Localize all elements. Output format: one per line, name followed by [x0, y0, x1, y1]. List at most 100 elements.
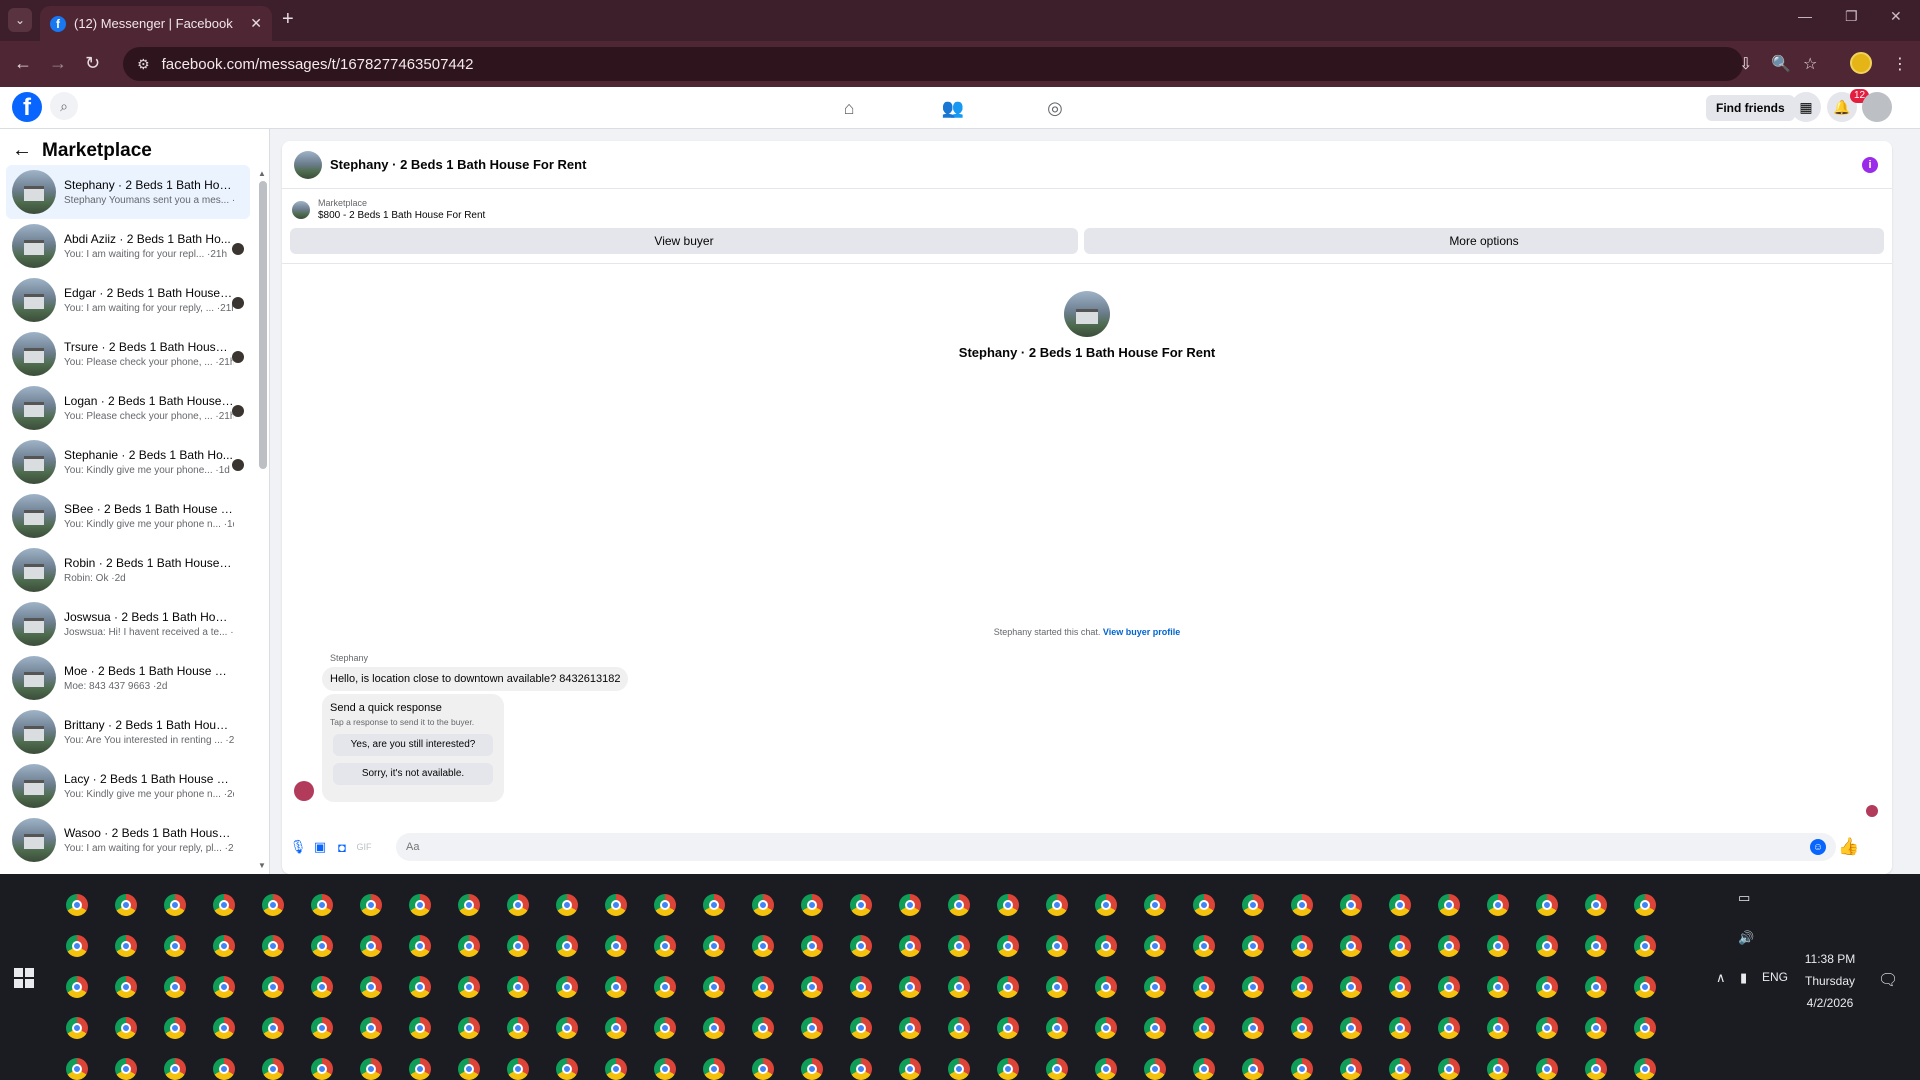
chrome-app-icon[interactable]: [444, 884, 493, 925]
chrome-app-icon[interactable]: [101, 1007, 150, 1048]
chrome-app-icon[interactable]: [395, 884, 444, 925]
chrome-app-icon[interactable]: [1032, 884, 1081, 925]
browser-menu-icon[interactable]: ⋮: [1892, 54, 1908, 74]
chrome-app-icon[interactable]: [934, 925, 983, 966]
chrome-app-icon[interactable]: [1228, 966, 1277, 1007]
chrome-app-icon[interactable]: [787, 1048, 836, 1080]
browser-tab[interactable]: f (12) Messenger | Facebook ✕: [40, 6, 272, 41]
conversation-item[interactable]: Moe · 2 Beds 1 Bath House For ... Moe: 84…: [6, 651, 250, 705]
profile-avatar[interactable]: [1064, 291, 1110, 337]
chrome-app-icon[interactable]: [836, 1048, 885, 1080]
chrome-app-icon[interactable]: [640, 884, 689, 925]
chrome-app-icon[interactable]: [1130, 1007, 1179, 1048]
chrome-app-icon[interactable]: [1571, 1007, 1620, 1048]
chrome-app-icon[interactable]: [297, 925, 346, 966]
chrome-app-icon[interactable]: [297, 884, 346, 925]
chrome-app-icon[interactable]: [1620, 966, 1669, 1007]
chrome-app-icon[interactable]: [591, 884, 640, 925]
conversation-item[interactable]: Edgar · 2 Beds 1 Bath House For... You: I…: [6, 273, 250, 327]
chrome-app-icon[interactable]: [1081, 1048, 1130, 1080]
emoji-icon[interactable]: ☺: [1810, 839, 1826, 855]
chrome-app-icon[interactable]: [1522, 1007, 1571, 1048]
chrome-app-icon[interactable]: [493, 1007, 542, 1048]
bookmark-star-icon[interactable]: ☆: [1803, 54, 1817, 74]
scroll-down-icon[interactable]: ▼: [258, 861, 266, 870]
chrome-app-icon[interactable]: [1326, 966, 1375, 1007]
system-clock[interactable]: 11:38 PM Thursday 4/2/2026: [1790, 948, 1870, 1014]
chrome-app-icon[interactable]: [689, 884, 738, 925]
groups-icon[interactable]: ◎: [1042, 95, 1068, 121]
chrome-app-icon[interactable]: [1375, 884, 1424, 925]
conversation-item[interactable]: Wasoo · 2 Beds 1 Bath House F... You: I a…: [6, 813, 250, 867]
conversation-item[interactable]: Robin · 2 Beds 1 Bath House For... Robin:…: [6, 543, 250, 597]
chrome-app-icon[interactable]: [150, 1007, 199, 1048]
sender-avatar[interactable]: [294, 781, 314, 801]
chrome-app-icon[interactable]: [1620, 1007, 1669, 1048]
conversation-item[interactable]: Trsure · 2 Beds 1 Bath House ... You: Ple…: [6, 327, 250, 381]
thumbs-up-icon[interactable]: 👍: [1838, 837, 1859, 857]
chrome-app-icon[interactable]: [444, 925, 493, 966]
chrome-app-icon[interactable]: [836, 925, 885, 966]
chrome-app-icon[interactable]: [787, 1007, 836, 1048]
back-arrow-icon[interactable]: ←: [12, 139, 32, 162]
chrome-app-icon[interactable]: [248, 1048, 297, 1080]
back-icon[interactable]: ←: [14, 53, 32, 74]
chrome-app-icon[interactable]: [1424, 1007, 1473, 1048]
chrome-app-icon[interactable]: [1228, 925, 1277, 966]
language-indicator[interactable]: ENG: [1762, 970, 1788, 984]
chrome-app-icon[interactable]: [983, 925, 1032, 966]
windows-start-icon[interactable]: [14, 968, 34, 988]
scroll-up-icon[interactable]: ▲: [258, 169, 266, 178]
chrome-app-icon[interactable]: [1130, 966, 1179, 1007]
conversation-item[interactable]: SBee · 2 Beds 1 Bath House For ... You: K…: [6, 489, 250, 543]
conversation-item[interactable]: Joswsua · 2 Beds 1 Bath House ... Joswsua…: [6, 597, 250, 651]
chrome-app-icon[interactable]: [1179, 1007, 1228, 1048]
chrome-app-icon[interactable]: [52, 1048, 101, 1080]
chrome-app-icon[interactable]: [1522, 925, 1571, 966]
chrome-app-icon[interactable]: [395, 966, 444, 1007]
chrome-app-icon[interactable]: [1375, 925, 1424, 966]
microphone-icon[interactable]: 🎙: [290, 839, 307, 855]
chrome-app-icon[interactable]: [591, 966, 640, 1007]
chrome-app-icon[interactable]: [640, 1007, 689, 1048]
chrome-app-icon[interactable]: [1522, 1048, 1571, 1080]
chrome-app-icon[interactable]: [199, 1007, 248, 1048]
chrome-app-icon[interactable]: [1179, 966, 1228, 1007]
chrome-app-icon[interactable]: [1179, 884, 1228, 925]
chrome-app-icon[interactable]: [1277, 1007, 1326, 1048]
chrome-app-icon[interactable]: [885, 1007, 934, 1048]
chrome-app-icon[interactable]: [836, 966, 885, 1007]
chrome-app-icon[interactable]: [1081, 966, 1130, 1007]
chrome-app-icon[interactable]: [297, 1007, 346, 1048]
chrome-app-icon[interactable]: [1473, 1048, 1522, 1080]
chrome-app-icon[interactable]: [1032, 1048, 1081, 1080]
find-friends-button[interactable]: Find friends: [1706, 95, 1795, 121]
chrome-app-icon[interactable]: [52, 1007, 101, 1048]
chrome-app-icon[interactable]: [1375, 966, 1424, 1007]
chrome-app-icon[interactable]: [738, 925, 787, 966]
chrome-app-icon[interactable]: [983, 1007, 1032, 1048]
chrome-app-icon[interactable]: [444, 1048, 493, 1080]
conversation-item[interactable]: Stephanie · 2 Beds 1 Bath Ho... You: Kind…: [6, 435, 250, 489]
chrome-app-icon[interactable]: [640, 966, 689, 1007]
chrome-app-icon[interactable]: [1277, 966, 1326, 1007]
menu-grid-icon[interactable]: ▦: [1791, 92, 1821, 122]
desktop-icon[interactable]: ▭: [1738, 890, 1750, 906]
chrome-app-icon[interactable]: [1620, 884, 1669, 925]
chrome-app-icon[interactable]: [444, 966, 493, 1007]
chrome-app-icon[interactable]: [150, 884, 199, 925]
chrome-app-icon[interactable]: [150, 1048, 199, 1080]
chrome-app-icon[interactable]: [738, 884, 787, 925]
chrome-app-icon[interactable]: [689, 966, 738, 1007]
chrome-app-icon[interactable]: [346, 884, 395, 925]
chrome-app-icon[interactable]: [1277, 1048, 1326, 1080]
chrome-app-icon[interactable]: [1522, 966, 1571, 1007]
chrome-app-icon[interactable]: [199, 884, 248, 925]
chrome-app-icon[interactable]: [885, 884, 934, 925]
chrome-app-icon[interactable]: [689, 925, 738, 966]
chrome-app-icon[interactable]: [1032, 1007, 1081, 1048]
chrome-app-icon[interactable]: [1228, 884, 1277, 925]
info-icon[interactable]: i: [1862, 157, 1878, 173]
sidebar-scrollbar[interactable]: [259, 181, 267, 469]
quick-response-interested-button[interactable]: Yes, are you still interested?: [333, 734, 493, 756]
